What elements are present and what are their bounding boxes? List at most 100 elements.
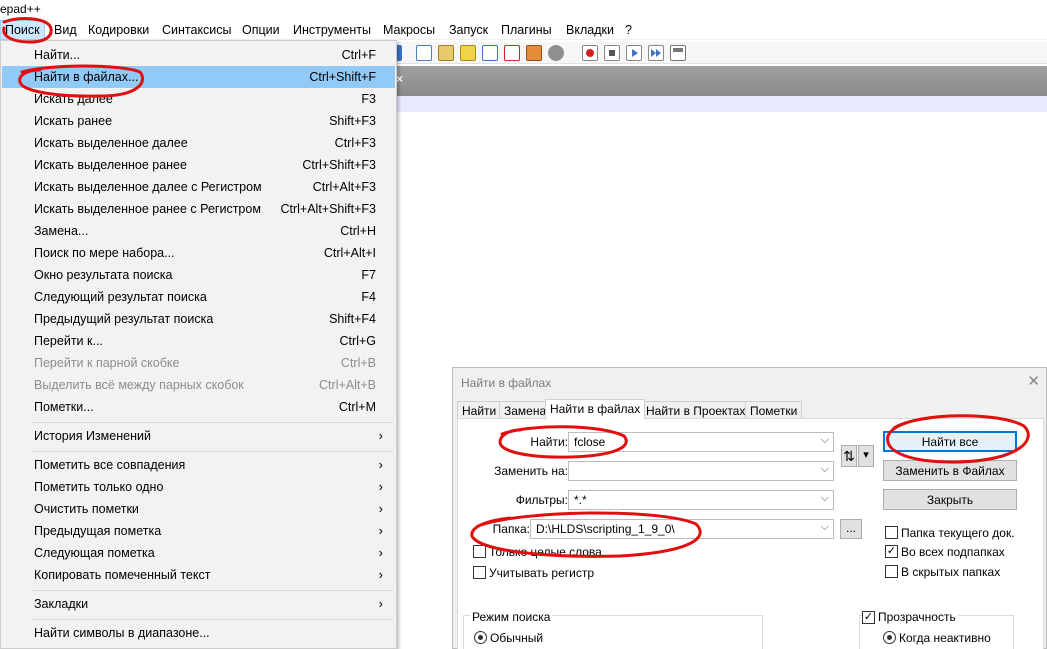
window-title: epad++ bbox=[0, 2, 41, 16]
replace-in-files-button[interactable]: Заменить в Файлах bbox=[883, 460, 1017, 481]
chevron-right-icon: › bbox=[378, 457, 383, 472]
menu-item-find-next[interactable]: Искать далее F3 bbox=[2, 88, 395, 110]
subfolders-label: Во всех подпапках bbox=[901, 545, 1005, 559]
search-menu-dropdown: Найти... Ctrl+F Найти в файлах... Ctrl+Shi… bbox=[0, 40, 397, 649]
chevron-down-icon: ⌵ bbox=[820, 463, 829, 475]
menu-item-select-find-next[interactable]: Искать выделенное далее Ctrl+F3 bbox=[2, 132, 395, 154]
whole-words-label: Только целые слова bbox=[489, 545, 602, 559]
swap-dropdown-icon[interactable]: ▾ bbox=[858, 445, 874, 467]
menu-run[interactable]: Запуск bbox=[449, 23, 488, 37]
tab-replace[interactable]: Замена bbox=[499, 401, 552, 419]
tab-find-in-files[interactable]: Найти в файлах bbox=[545, 399, 646, 420]
menu-tabs[interactable]: Вкладки bbox=[566, 23, 614, 37]
stop-macro-icon[interactable] bbox=[604, 45, 620, 61]
chevron-down-icon: ⌵ bbox=[820, 521, 829, 533]
chevron-right-icon: › bbox=[378, 545, 383, 560]
menu-item-find-previous[interactable]: Искать ранее Shift+F3 bbox=[2, 110, 395, 132]
match-case-label: Учитывать регистр bbox=[489, 566, 595, 580]
menu-item-find-in-files[interactable]: Найти в файлах... Ctrl+Shift+F bbox=[2, 66, 395, 88]
menu-item-bookmarks[interactable]: Закладки › bbox=[2, 593, 395, 615]
normal-mode-radio[interactable] bbox=[474, 631, 487, 644]
play-macro-icon[interactable] bbox=[626, 45, 642, 61]
menu-macros[interactable]: Макросы bbox=[383, 23, 435, 37]
hidden-folders-checkbox[interactable] bbox=[885, 565, 898, 578]
menu-syntaxes[interactable]: Синтаксисы bbox=[162, 23, 232, 37]
menu-item-search-results-window[interactable]: Окно результата поиска F7 bbox=[2, 264, 395, 286]
menu-item-mark[interactable]: Пометки... Ctrl+M bbox=[2, 396, 395, 418]
menu-item-mark-one[interactable]: Пометить только одно › bbox=[2, 476, 395, 498]
menu-item-change-history[interactable]: История Изменений › bbox=[2, 425, 395, 447]
menu-separator bbox=[31, 422, 393, 423]
menu-item-previous-mark[interactable]: Предыдущая пометка › bbox=[2, 520, 395, 542]
tab-close-icon[interactable]: × bbox=[396, 72, 406, 86]
match-case-checkbox[interactable] bbox=[473, 566, 486, 579]
doc-map-icon[interactable] bbox=[438, 45, 454, 61]
chevron-right-icon: › bbox=[378, 479, 383, 494]
find-in-files-pane: Найти: fclose ⌵ Заменить на: ⌵ Фильтры: … bbox=[457, 418, 1044, 649]
run-macro-multiple-icon[interactable] bbox=[648, 45, 664, 61]
indent-guide-icon[interactable] bbox=[416, 45, 432, 61]
menu-item-find-chars-in-range[interactable]: Найти символы в диапазоне... bbox=[2, 622, 395, 644]
menu-item-goto[interactable]: Перейти к... Ctrl+G bbox=[2, 330, 395, 352]
close-button[interactable]: Закрыть bbox=[883, 489, 1017, 510]
menu-item-volatile-find-next[interactable]: Искать выделенное далее с Регистром Ctrl+… bbox=[2, 176, 395, 198]
menu-item-volatile-find-previous[interactable]: Искать выделенное ранее с Регистром Ctrl+… bbox=[2, 198, 395, 220]
save-macro-icon[interactable] bbox=[670, 45, 686, 61]
menu-options[interactable]: Опции bbox=[242, 23, 280, 37]
browse-button[interactable]: ... bbox=[840, 519, 862, 539]
menu-item-select-find-previous[interactable]: Искать выделенное ранее Ctrl+Shift+F3 bbox=[2, 154, 395, 176]
record-macro-icon[interactable] bbox=[582, 45, 598, 61]
tab-find[interactable]: Найти bbox=[457, 401, 502, 419]
pdf-icon[interactable] bbox=[504, 45, 520, 61]
menu-tools[interactable]: Инструменты bbox=[293, 23, 371, 37]
menu-item-replace[interactable]: Замена... Ctrl+H bbox=[2, 220, 395, 242]
whole-words-checkbox[interactable] bbox=[473, 545, 486, 558]
when-inactive-radio[interactable] bbox=[883, 631, 896, 644]
menu-item-copy-marked-text[interactable]: Копировать помеченный текст › bbox=[2, 564, 395, 586]
menu-search[interactable]: Поиск bbox=[0, 20, 45, 40]
menubar: Поиск Вид Кодировки Синтаксисы Опции Инс… bbox=[0, 20, 1047, 40]
chevron-down-icon: ⌵ bbox=[820, 492, 829, 504]
menu-item-clear-marks[interactable]: Очистить пометки › bbox=[2, 498, 395, 520]
when-inactive-label: Когда неактивно bbox=[899, 631, 991, 645]
transparency-label: Прозрачность bbox=[876, 610, 958, 624]
current-doc-folder-checkbox[interactable] bbox=[885, 526, 898, 539]
menu-item-mark-all[interactable]: Пометить все совпадения › bbox=[2, 454, 395, 476]
transparency-checkbox[interactable]: ✓ bbox=[862, 611, 875, 624]
menu-help[interactable]: ? bbox=[625, 23, 632, 37]
toolbar bbox=[396, 42, 1047, 64]
function-list-icon[interactable] bbox=[460, 45, 476, 61]
monitor-icon[interactable] bbox=[548, 45, 564, 61]
tab-find-in-projects[interactable]: Найти в Проектах bbox=[641, 401, 751, 419]
filters-combo[interactable]: *.* ⌵ bbox=[568, 490, 834, 510]
menu-separator bbox=[31, 590, 393, 591]
chevron-right-icon: › bbox=[378, 501, 383, 516]
menu-item-previous-search-result[interactable]: Предыдущий результат поиска Shift+F4 bbox=[2, 308, 395, 330]
swap-icon[interactable]: ⇅ bbox=[841, 445, 857, 467]
subfolders-checkbox[interactable]: ✓ bbox=[885, 545, 898, 558]
menu-view[interactable]: Вид bbox=[54, 23, 77, 37]
find-all-button[interactable]: Найти все bbox=[883, 431, 1017, 452]
menu-plugins[interactable]: Плагины bbox=[501, 23, 552, 37]
menu-item-next-mark[interactable]: Следующая пометка › bbox=[2, 542, 395, 564]
folder-workspace-icon[interactable] bbox=[482, 45, 498, 61]
menu-separator bbox=[31, 451, 393, 452]
directory-combo[interactable]: D:\HLDS\scripting_1_9_0\ ⌵ bbox=[530, 519, 834, 539]
chevron-right-icon: › bbox=[378, 567, 383, 582]
find-label: Найти: bbox=[530, 435, 568, 449]
menu-item-find[interactable]: Найти... Ctrl+F bbox=[2, 44, 395, 66]
tab-mark[interactable]: Пометки bbox=[745, 401, 803, 419]
menu-item-incremental-search[interactable]: Поиск по мере набора... Ctrl+Alt+I bbox=[2, 242, 395, 264]
menu-item-next-search-result[interactable]: Следующий результат поиска F4 bbox=[2, 286, 395, 308]
current-line-highlight bbox=[396, 96, 1047, 112]
find-what-combo[interactable]: fclose ⌵ bbox=[568, 432, 834, 452]
menu-item-goto-matching-brace: Перейти к парной скобке Ctrl+B bbox=[34, 356, 376, 370]
close-icon[interactable]: ✕ bbox=[1027, 372, 1040, 390]
dialog-title: Найти в файлах bbox=[461, 376, 552, 390]
folder-label: Папка: bbox=[492, 522, 530, 536]
find-in-files-dialog: Найти в файлах ✕ Найти Замена Найти в фа… bbox=[452, 367, 1047, 649]
menu-encodings[interactable]: Кодировки bbox=[88, 23, 149, 37]
replace-with-combo[interactable]: ⌵ bbox=[568, 461, 834, 481]
chevron-right-icon: › bbox=[378, 523, 383, 538]
open-folder-icon[interactable] bbox=[526, 45, 542, 61]
